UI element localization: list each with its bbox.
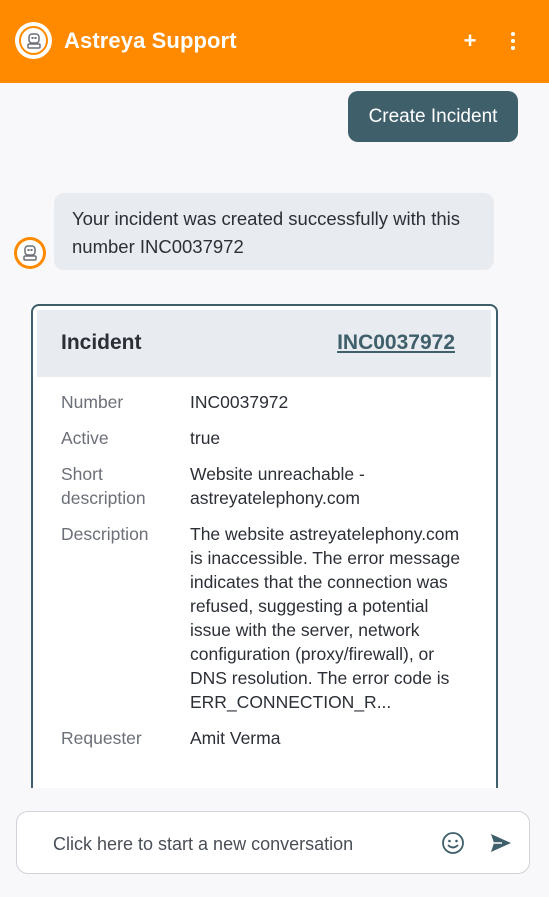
field-row: Requester Amit Verma — [33, 726, 496, 750]
user-message-bubble: Create Incident — [348, 91, 518, 142]
field-value: Amit Verma — [190, 728, 281, 748]
field-label: Active — [61, 428, 109, 448]
incident-card-title: Incident — [61, 331, 142, 354]
field-label: Requester — [61, 728, 142, 748]
app-title: Astreya Support — [64, 28, 237, 53]
field-row: Description The website astreyatelephony… — [33, 522, 496, 714]
field-value: Website unreachable - astreyatelephony.c… — [190, 464, 365, 508]
field-label: Number — [61, 392, 124, 412]
send-icon[interactable] — [486, 829, 516, 857]
smiley-icon[interactable] — [439, 829, 467, 857]
app-header: Astreya Support + — [0, 0, 549, 83]
field-value: INC0037972 — [190, 392, 289, 412]
more-options-icon[interactable] — [501, 28, 525, 54]
incident-card-header: Incident INC0037972 — [37, 310, 491, 377]
bot-avatar-icon — [14, 237, 46, 269]
composer-bar — [0, 788, 549, 897]
message-input[interactable] — [53, 830, 413, 858]
chat-area[interactable]: Create Incident Your incident was create… — [0, 83, 549, 788]
field-row: Number INC0037972 — [33, 390, 496, 414]
composer-box[interactable] — [16, 811, 530, 874]
new-conversation-button[interactable]: + — [458, 28, 482, 54]
field-row: Short description Website unreachable - … — [33, 462, 496, 510]
astreya-logo-icon — [15, 22, 52, 59]
field-label: Description — [61, 524, 149, 544]
incident-number-link[interactable]: INC0037972 — [337, 331, 455, 355]
field-value: true — [190, 428, 221, 448]
incident-fields: Number INC0037972 Active true Short desc… — [33, 390, 496, 762]
field-row: Active true — [33, 426, 496, 450]
field-value: The website astreyatelephony.com is inac… — [190, 524, 461, 712]
bot-message-bubble: Your incident was created successfully w… — [54, 193, 494, 270]
field-label: Short description — [61, 464, 146, 508]
incident-card: Incident INC0037972 Number INC0037972 Ac… — [31, 304, 498, 788]
